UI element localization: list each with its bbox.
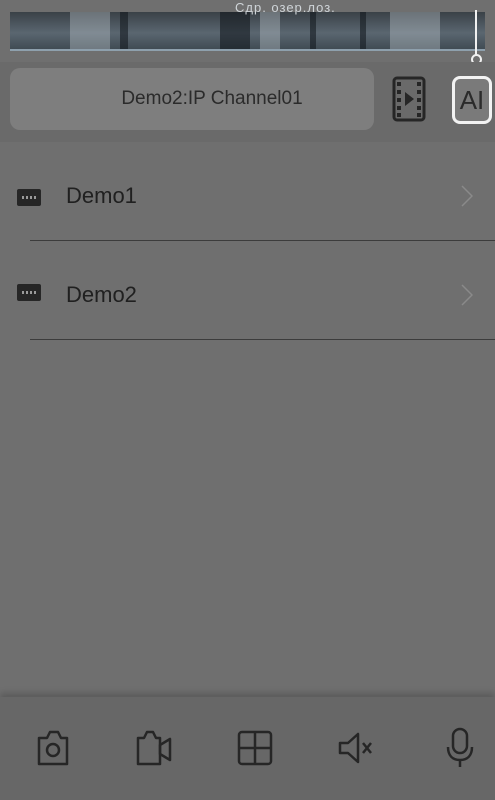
video-caption: Сдр. озер.лоз. xyxy=(235,0,336,15)
dvr-device-icon xyxy=(17,284,41,301)
device-row-demo2[interactable]: Demo2 xyxy=(0,244,495,344)
playback-film-icon[interactable] xyxy=(392,76,426,122)
video-frame-edge xyxy=(10,49,485,51)
ai-callout-line xyxy=(475,10,477,56)
mute-audio-icon[interactable] xyxy=(336,726,376,770)
ai-label: AI xyxy=(459,84,485,115)
dvr-device-icon xyxy=(17,189,41,206)
live-video-preview[interactable] xyxy=(10,12,485,50)
snapshot-camera-icon[interactable] xyxy=(33,726,73,770)
device-row-demo1[interactable]: Demo1 xyxy=(0,145,495,245)
chevron-right-icon xyxy=(461,185,473,207)
device-label: Demo1 xyxy=(66,183,137,208)
channel-selector[interactable]: Demo2:IP Channel01 xyxy=(10,68,374,130)
chevron-right-icon xyxy=(461,284,473,306)
device-label: Demo2 xyxy=(66,282,137,307)
split-screen-grid-icon[interactable] xyxy=(235,726,275,770)
list-divider xyxy=(30,339,495,340)
list-divider xyxy=(30,240,495,241)
channel-name: Demo2:IP Channel01 xyxy=(121,88,303,109)
ai-button[interactable]: AI xyxy=(452,76,492,124)
record-video-icon[interactable] xyxy=(134,726,174,770)
microphone-icon[interactable] xyxy=(440,726,480,770)
